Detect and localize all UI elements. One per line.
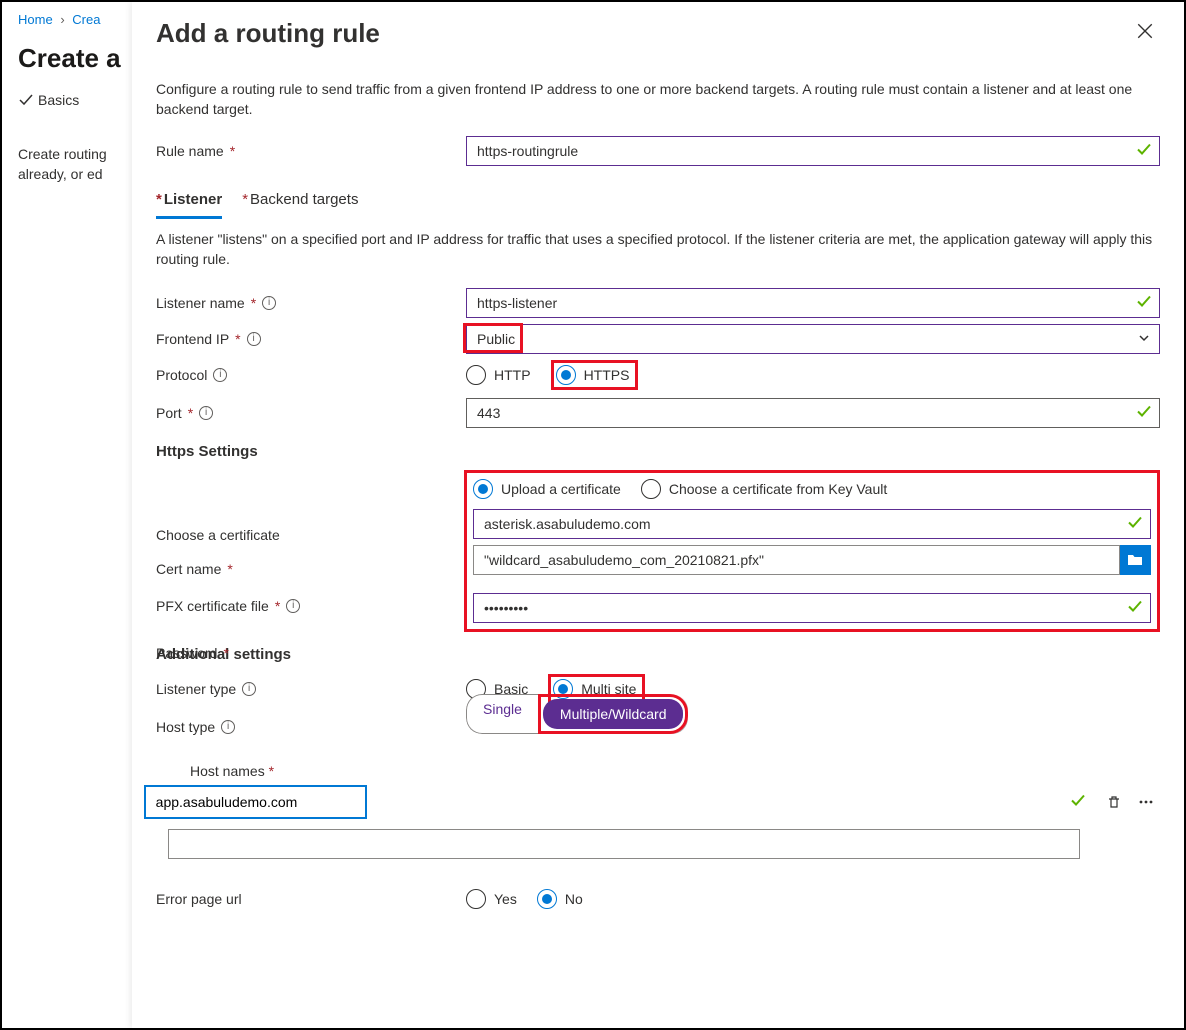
host-name-input-2[interactable] xyxy=(168,829,1080,859)
cert-upload-label: Upload a certificate xyxy=(501,481,621,497)
close-button[interactable] xyxy=(1130,16,1160,49)
breadcrumb[interactable]: Home › Crea xyxy=(18,12,132,27)
tab-listener-label: Listener xyxy=(164,191,222,208)
more-icon xyxy=(1138,794,1154,810)
bg-desc-1: Create routing xyxy=(18,144,132,164)
page-title: Create a xyxy=(18,43,132,74)
more-host-button[interactable] xyxy=(1132,788,1160,816)
error-page-no-label: No xyxy=(565,891,583,907)
info-icon[interactable]: i xyxy=(199,406,213,420)
check-icon xyxy=(18,92,34,108)
password-label: Password xyxy=(156,645,217,661)
info-icon[interactable]: i xyxy=(242,682,256,696)
routing-rule-panel: Add a routing rule Configure a routing r… xyxy=(132,2,1184,1028)
error-page-yes-label: Yes xyxy=(494,891,517,907)
listener-name-input[interactable] xyxy=(466,288,1160,318)
step-basics[interactable]: Basics xyxy=(18,92,132,108)
tab-backend-label: Backend targets xyxy=(250,191,358,208)
delete-host-button[interactable] xyxy=(1100,788,1128,816)
close-icon xyxy=(1136,22,1154,40)
protocol-https-label: HTTPS xyxy=(584,367,630,383)
error-page-yes-radio[interactable]: Yes xyxy=(466,889,517,909)
password-input[interactable] xyxy=(473,593,1151,623)
browse-file-button[interactable] xyxy=(1120,545,1151,575)
protocol-label: Protocol xyxy=(156,367,207,383)
host-type-label: Host type xyxy=(156,719,215,735)
breadcrumb-home[interactable]: Home xyxy=(18,12,53,27)
panel-intro: Configure a routing rule to send traffic… xyxy=(156,79,1160,119)
listener-desc: A listener "listens" on a specified port… xyxy=(156,229,1160,269)
listener-type-label: Listener type xyxy=(156,681,236,697)
error-page-no-radio[interactable]: No xyxy=(537,889,583,909)
host-type-multiple-pill[interactable]: Multiple/Wildcard xyxy=(543,699,683,729)
protocol-https-radio[interactable]: HTTPS xyxy=(556,365,630,385)
listener-name-label: Listener name xyxy=(156,295,245,311)
bg-desc-2: already, or ed xyxy=(18,164,132,184)
frontend-ip-select[interactable]: Public xyxy=(466,324,1160,354)
choose-cert-label: Choose a certificate xyxy=(156,527,280,543)
frontend-ip-label: Frontend IP xyxy=(156,331,229,347)
folder-icon xyxy=(1127,552,1143,568)
trash-icon xyxy=(1106,794,1122,810)
https-settings-heading: Https Settings xyxy=(156,443,1160,460)
cert-name-input[interactable] xyxy=(473,509,1151,539)
cert-upload-radio[interactable]: Upload a certificate xyxy=(473,479,621,499)
port-input[interactable] xyxy=(466,398,1160,428)
error-page-url-label: Error page url xyxy=(156,891,242,907)
rule-name-label: Rule name xyxy=(156,143,224,159)
info-icon[interactable]: i xyxy=(286,599,300,613)
host-name-input-1[interactable] xyxy=(144,785,367,819)
info-icon[interactable]: i xyxy=(213,368,227,382)
cert-keyvault-radio[interactable]: Choose a certificate from Key Vault xyxy=(641,479,887,499)
breadcrumb-create[interactable]: Crea xyxy=(72,12,100,27)
cert-keyvault-label: Choose a certificate from Key Vault xyxy=(669,481,887,497)
host-type-single-pill[interactable]: Single xyxy=(466,694,538,734)
info-icon[interactable]: i xyxy=(221,720,235,734)
tab-backend-targets[interactable]: *Backend targets xyxy=(242,185,358,219)
port-label: Port xyxy=(156,405,182,421)
pfx-file-display xyxy=(473,545,1120,575)
pfx-file-label: PFX certificate file xyxy=(156,598,269,614)
host-names-label: Host names xyxy=(190,763,265,779)
cert-name-label: Cert name xyxy=(156,561,221,577)
breadcrumb-sep: › xyxy=(60,12,64,27)
rule-name-input[interactable] xyxy=(466,136,1160,166)
step-basics-label: Basics xyxy=(38,92,79,108)
panel-title: Add a routing rule xyxy=(156,18,1130,49)
info-icon[interactable]: i xyxy=(247,332,261,346)
protocol-http-radio[interactable]: HTTP xyxy=(466,365,531,385)
info-icon[interactable]: i xyxy=(262,296,276,310)
checkmark-icon xyxy=(1070,793,1086,812)
required-star: * xyxy=(230,143,235,159)
protocol-http-label: HTTP xyxy=(494,367,531,383)
tab-listener[interactable]: *Listener xyxy=(156,185,222,219)
